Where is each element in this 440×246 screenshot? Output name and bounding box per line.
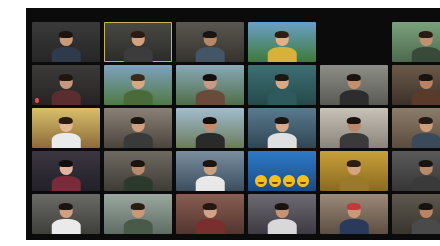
smiley-emoji-icon	[269, 175, 281, 187]
participant-tile[interactable]	[320, 22, 388, 62]
participant-tile[interactable]	[104, 151, 172, 191]
participant-tile[interactable]	[32, 194, 100, 234]
participant-video	[411, 201, 440, 234]
participant-video	[267, 201, 297, 234]
participant-tile[interactable]	[248, 108, 316, 148]
participant-video	[195, 201, 225, 234]
participant-video	[51, 158, 81, 191]
participant-tile[interactable]	[392, 151, 440, 191]
participant-tile[interactable]	[392, 108, 440, 148]
participant-video	[339, 158, 369, 191]
participant-tile[interactable]	[176, 108, 244, 148]
participant-video	[195, 158, 225, 191]
participant-tile[interactable]	[392, 65, 440, 105]
participant-video	[267, 115, 297, 148]
participant-tile[interactable]	[104, 108, 172, 148]
participant-video	[123, 115, 153, 148]
participant-video	[51, 72, 81, 105]
participant-tile[interactable]	[176, 65, 244, 105]
participant-video	[267, 72, 297, 105]
participant-tile[interactable]	[248, 151, 316, 191]
participant-video	[123, 158, 153, 191]
participant-video	[51, 29, 81, 62]
participant-tile[interactable]	[104, 65, 172, 105]
participant-video	[195, 29, 225, 62]
smiley-emoji-icon	[255, 175, 267, 187]
participant-tile[interactable]	[176, 22, 244, 62]
participant-tile[interactable]	[320, 108, 388, 148]
participant-video	[411, 29, 440, 62]
smiley-emoji-icon	[283, 175, 295, 187]
smiley-emoji-icon	[297, 175, 309, 187]
participant-tile[interactable]	[320, 151, 388, 191]
participant-video	[339, 201, 369, 234]
participant-tile[interactable]	[248, 65, 316, 105]
participant-tile[interactable]	[320, 194, 388, 234]
participant-video	[51, 201, 81, 234]
participant-tile[interactable]	[32, 151, 100, 191]
participant-tile[interactable]	[32, 108, 100, 148]
video-conference-window	[26, 8, 440, 240]
participant-tile[interactable]	[104, 194, 172, 234]
participant-tile[interactable]	[32, 65, 100, 105]
participant-video	[123, 72, 153, 105]
participant-video	[123, 29, 153, 62]
participant-video	[411, 115, 440, 148]
participant-video	[339, 115, 369, 148]
participant-video	[51, 115, 81, 148]
participant-tile[interactable]	[104, 22, 172, 62]
participant-video	[411, 158, 440, 191]
participant-video	[339, 72, 369, 105]
participant-video	[267, 29, 297, 62]
participant-tile[interactable]	[176, 151, 244, 191]
participant-tile[interactable]	[392, 194, 440, 234]
participant-tile[interactable]	[392, 22, 440, 62]
participant-video	[195, 72, 225, 105]
participant-video-grid	[32, 22, 440, 240]
emoji-background	[254, 175, 310, 187]
participant-video	[411, 72, 440, 105]
participant-tile[interactable]	[248, 194, 316, 234]
participant-video	[123, 201, 153, 234]
participant-video	[195, 115, 225, 148]
participant-tile[interactable]	[32, 22, 100, 62]
participant-tile[interactable]	[320, 65, 388, 105]
participant-tile[interactable]	[248, 22, 316, 62]
muted-mic-icon	[35, 98, 39, 103]
participant-tile[interactable]	[176, 194, 244, 234]
